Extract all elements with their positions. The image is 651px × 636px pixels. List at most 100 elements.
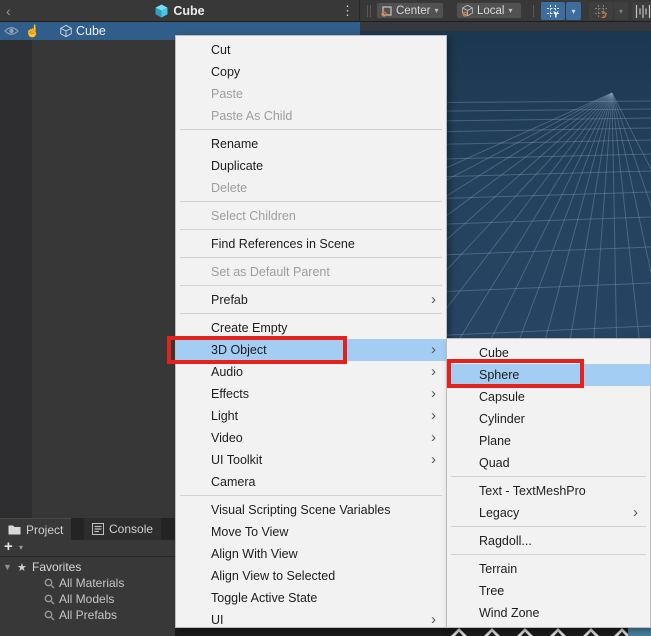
menu-item-terrain[interactable]: Terrain: [447, 558, 650, 580]
title-cube-icon: [155, 4, 168, 18]
submenu-arrow-icon: ›: [431, 289, 436, 311]
menu-item-legacy[interactable]: Legacy›: [447, 502, 650, 524]
pivot-mode-label: Center: [396, 5, 431, 17]
menu-item-label: Move To View: [211, 525, 436, 539]
menu-item-label: Cylinder: [479, 412, 638, 426]
menu-item-move-to-view[interactable]: Move To View: [176, 521, 446, 543]
grid-magnet-icon: [594, 4, 608, 18]
console-icon: [92, 523, 104, 535]
teal-block: [628, 627, 651, 636]
menu-item-paste[interactable]: Paste: [176, 83, 446, 105]
3d-object-submenu: Cube Sphere Capsule Cylinder Plane Quad Text -…: [446, 338, 651, 628]
menu-item-cut[interactable]: Cut: [176, 39, 446, 61]
menu-item-select-children[interactable]: Select Children: [176, 205, 446, 227]
favorites-item-all-materials[interactable]: All Materials: [44, 575, 124, 591]
menu-item-label: Cube: [479, 346, 638, 360]
orientation-mode-label: Local: [477, 5, 505, 17]
favorites-item-label: All Models: [59, 592, 114, 606]
menu-item-align-with-view[interactable]: Align With View: [176, 543, 446, 565]
menu-item-3d-object[interactable]: 3D Object›: [176, 339, 446, 361]
pickability-hand-icon[interactable]: ☝: [25, 23, 40, 39]
menu-item-delete[interactable]: Delete: [176, 177, 446, 199]
menu-item-visual-scripting-scene-variables[interactable]: Visual Scripting Scene Variables: [176, 499, 446, 521]
submenu-arrow-icon: ›: [633, 502, 638, 524]
add-asset-button[interactable]: +: [4, 538, 13, 555]
tab-project[interactable]: Project: [0, 518, 71, 540]
menu-item-capsule[interactable]: Capsule: [447, 386, 650, 408]
favorites-item-label: All Prefabs: [59, 608, 117, 622]
menu-item-label: Sphere: [479, 368, 638, 382]
project-favorites-tree: ▼ ★ Favorites All MaterialsAll Models All…: [0, 557, 175, 636]
menu-item-label: Quad: [479, 456, 638, 470]
menu-separator: [451, 526, 646, 527]
menu-item-label: Legacy: [479, 506, 633, 520]
hierarchy-gutter: [0, 40, 32, 518]
menu-item-label: Camera: [211, 475, 436, 489]
menu-item-cube[interactable]: Cube: [447, 342, 650, 364]
menu-item-light[interactable]: Light›: [176, 405, 446, 427]
menu-item-quad[interactable]: Quad: [447, 452, 650, 474]
page-title: Cube: [173, 4, 204, 18]
favorites-label: Favorites: [32, 560, 81, 574]
menu-item-audio[interactable]: Audio›: [176, 361, 446, 383]
favorites-item-all-models[interactable]: All Models: [44, 591, 114, 607]
menu-item-effects[interactable]: Effects›: [176, 383, 446, 405]
menu-item-sphere[interactable]: Sphere: [447, 364, 650, 386]
pivot-icon: [381, 5, 393, 17]
menu-item-label: Audio: [211, 365, 431, 379]
tab-console[interactable]: Console: [84, 518, 161, 540]
menu-item-ui[interactable]: UI›: [176, 609, 446, 628]
menu-item-rename[interactable]: Rename: [176, 133, 446, 155]
menu-item-tree[interactable]: Tree: [447, 580, 650, 602]
menu-item-text-textmeshpro[interactable]: Text - TextMeshPro: [447, 480, 650, 502]
hierarchy-item-label: Cube: [76, 23, 106, 39]
menu-item-toggle-active-state[interactable]: Toggle Active State: [176, 587, 446, 609]
submenu-arrow-icon: ›: [431, 383, 436, 405]
menu-item-ragdoll[interactable]: Ragdoll...: [447, 530, 650, 552]
menu-item-paste-as-child[interactable]: Paste As Child: [176, 105, 446, 127]
menu-item-video[interactable]: Video›: [176, 427, 446, 449]
menu-item-set-as-default-parent[interactable]: Set as Default Parent: [176, 261, 446, 283]
grid-snapping-dropdown[interactable]: ▾: [566, 2, 581, 20]
menu-item-ui-toolkit[interactable]: UI Toolkit›: [176, 449, 446, 471]
menu-item-label: 3D Object: [211, 343, 431, 357]
increment-snap-button[interactable]: [589, 2, 613, 20]
menu-item-label: Rename: [211, 137, 436, 151]
menu-item-camera[interactable]: Camera: [176, 471, 446, 493]
menu-item-label: Paste As Child: [211, 109, 436, 123]
toolbar-separator: [367, 5, 368, 17]
star-icon: ★: [17, 561, 32, 574]
snap-increment-ruler-button[interactable]: [632, 2, 651, 20]
pivot-mode-button[interactable]: Center ▾: [376, 2, 444, 19]
menu-item-copy[interactable]: Copy: [176, 61, 446, 83]
favorites-row[interactable]: ▼ ★ Favorites: [0, 559, 81, 575]
favorites-item-all-prefabs[interactable]: All Prefabs: [44, 607, 117, 623]
menu-item-label: Visual Scripting Scene Variables: [211, 503, 436, 517]
chevron-down-icon[interactable]: ▾: [19, 543, 23, 552]
menu-item-prefab[interactable]: Prefab›: [176, 289, 446, 311]
menu-item-plane[interactable]: Plane: [447, 430, 650, 452]
menu-item-duplicate[interactable]: Duplicate: [176, 155, 446, 177]
menu-item-align-view-to-selected[interactable]: Align View to Selected: [176, 565, 446, 587]
menu-item-label: Align View to Selected: [211, 569, 436, 583]
search-icon: [44, 594, 55, 605]
increment-snap-dropdown[interactable]: ▾: [614, 2, 628, 20]
local-axes-icon: [461, 4, 474, 17]
visibility-eye-icon[interactable]: [4, 26, 19, 36]
menu-item-cylinder[interactable]: Cylinder: [447, 408, 650, 430]
more-options-icon[interactable]: ⋮: [341, 1, 353, 21]
unity-editor-window: ☝ Cube ‹ Cube: [0, 0, 651, 636]
chevron-up-icon: [450, 628, 468, 636]
foldout-triangle-icon[interactable]: ▼: [0, 562, 17, 572]
menu-item-find-references-in-scene[interactable]: Find References in Scene: [176, 233, 446, 255]
menu-item-label: Delete: [211, 181, 436, 195]
menu-item-create-empty[interactable]: Create Empty: [176, 317, 446, 339]
grid-snapping-button[interactable]: Y: [541, 2, 565, 20]
orientation-mode-button[interactable]: Local ▾: [456, 2, 522, 19]
cube-object-icon: [59, 24, 73, 38]
menu-separator: [451, 476, 646, 477]
menu-item-wind-zone[interactable]: Wind Zone: [447, 602, 650, 624]
submenu-arrow-icon: ›: [431, 609, 436, 628]
hierarchy-context-menu: CutCopyPaste Paste As Child Rename Duplicat…: [175, 35, 447, 628]
tab-project-label: Project: [26, 523, 63, 537]
